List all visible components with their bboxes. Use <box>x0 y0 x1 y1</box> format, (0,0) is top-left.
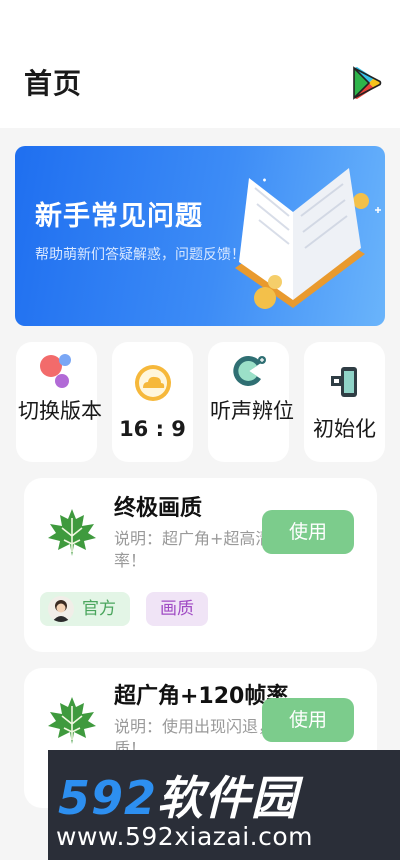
maple-leaf-icon <box>48 697 96 744</box>
pacman-sound-icon <box>232 355 266 386</box>
reset-device-icon <box>330 367 357 397</box>
avatar <box>48 596 74 622</box>
watermark: 592软件园 www.592xiazai.com <box>48 750 400 860</box>
quick-action-aspect-ratio[interactable]: 16 : 9 <box>112 342 193 462</box>
faq-banner[interactable]: 新手常见问题 帮助萌新们答疑解惑，问题反馈！ <box>15 146 385 326</box>
banner-title: 新手常见问题 <box>35 201 203 232</box>
quick-action-label: 切换版本 <box>18 399 102 423</box>
quick-action-label: 初始化 <box>313 417 376 441</box>
balloons-icon <box>39 354 71 388</box>
quick-action-label: 16 : 9 <box>119 417 186 441</box>
quick-action-switch-version[interactable]: 切换版本 <box>16 342 102 462</box>
quick-action-sound-position[interactable]: 听声辨位 <box>208 342 294 462</box>
page-title: 首页 <box>24 67 83 100</box>
cloud-icon <box>134 365 171 401</box>
quick-action-reset[interactable]: 初始化 <box>304 342 385 462</box>
use-button[interactable]: 使用 <box>262 698 354 742</box>
use-button[interactable]: 使用 <box>262 510 354 554</box>
app-header: 首页 <box>0 0 400 128</box>
open-book-icon <box>235 168 381 309</box>
watermark-brand: 592软件园 <box>58 762 298 828</box>
google-play-icon[interactable] <box>350 66 382 100</box>
card-title: 终极画质 <box>114 496 203 521</box>
preset-card[interactable]: 终极画质 说明：超广角+超高清画质，帧率！ 使用 官方 画质 <box>24 478 377 652</box>
tag-label: 官方 <box>82 599 116 619</box>
tag-quality: 画质 <box>146 592 208 626</box>
quick-action-label: 听声辨位 <box>210 399 294 423</box>
watermark-brand-number: 592 <box>58 771 158 825</box>
banner-subtitle: 帮助萌新们答疑解惑，问题反馈！ <box>35 247 245 263</box>
maple-leaf-icon <box>48 509 96 556</box>
tag-official: 官方 <box>40 592 130 626</box>
watermark-brand-text: 软件园 <box>157 771 299 825</box>
watermark-url: www.592xiazai.com <box>56 822 313 851</box>
